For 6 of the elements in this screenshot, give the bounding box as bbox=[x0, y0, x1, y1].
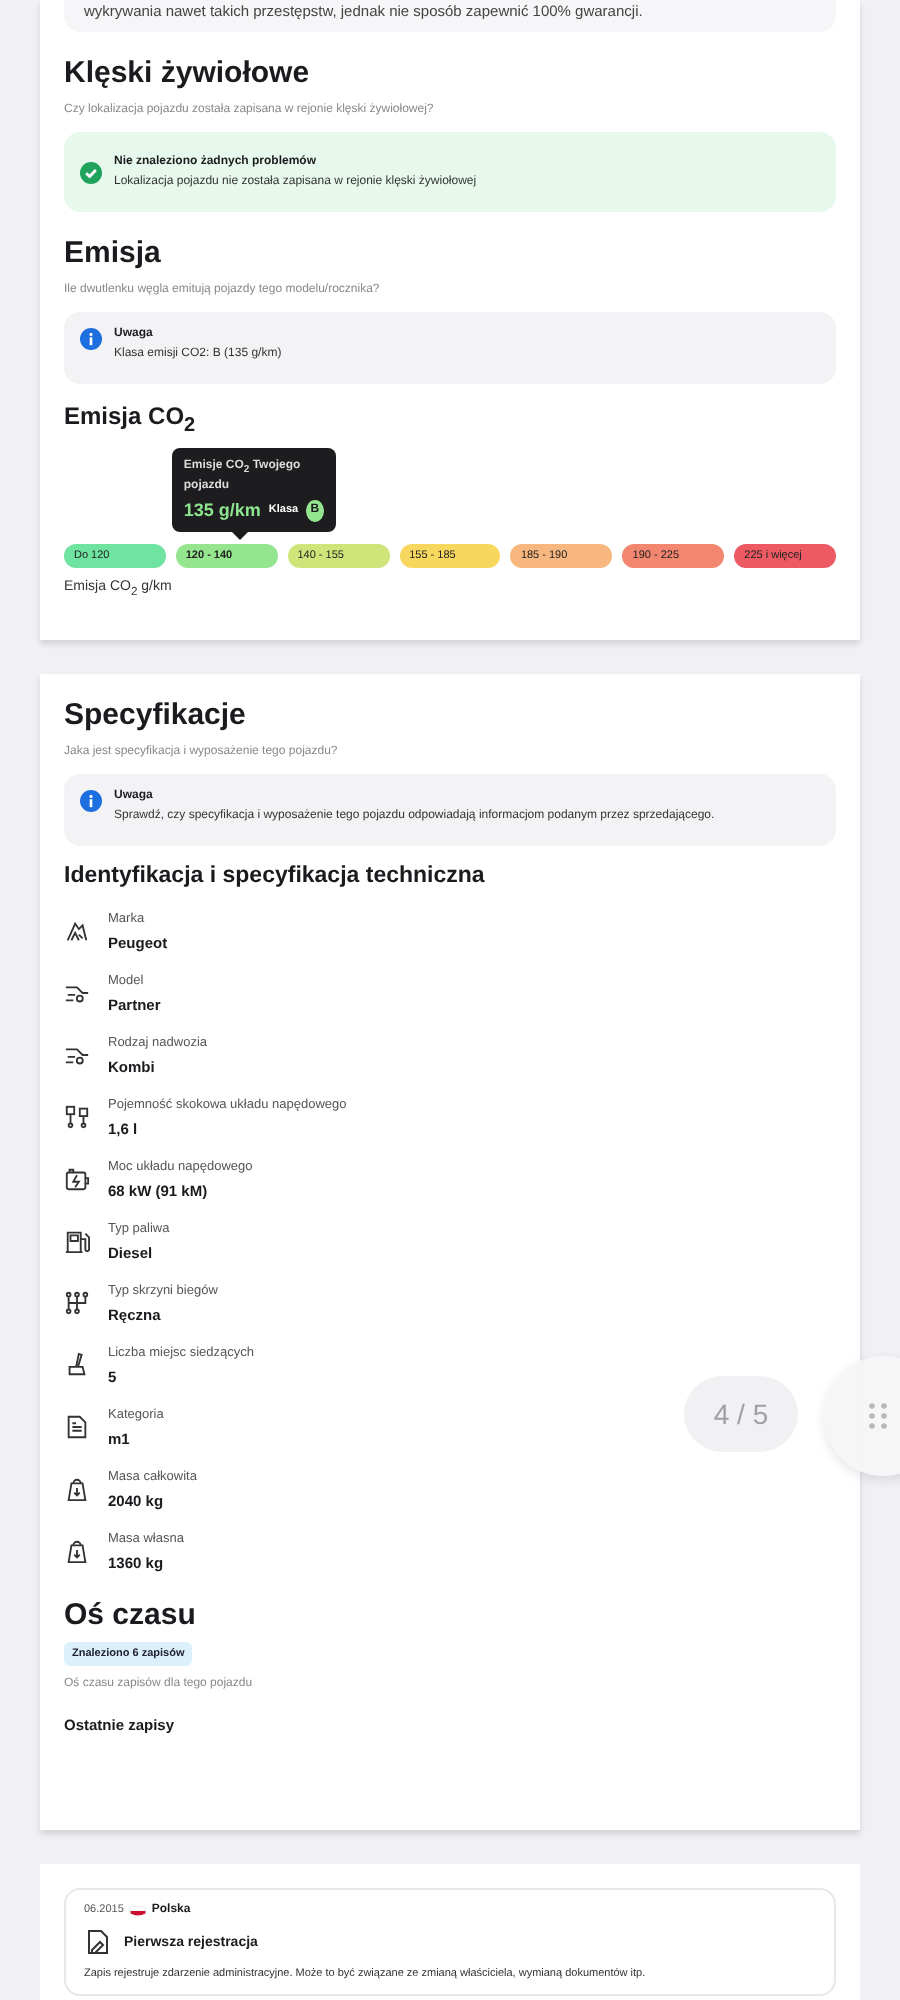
section-title: Emisja bbox=[64, 236, 163, 272]
section-title: Specyfikacje bbox=[64, 698, 248, 734]
section-title: Klęski żywiołowe bbox=[64, 56, 312, 92]
chart-title: Emisja CO$_{2}$ bbox=[64, 402, 198, 441]
subsection-title: Identyfikacja i specyfikacja techniczna bbox=[64, 864, 487, 890]
section-title: Oś czasu bbox=[64, 1598, 198, 1634]
